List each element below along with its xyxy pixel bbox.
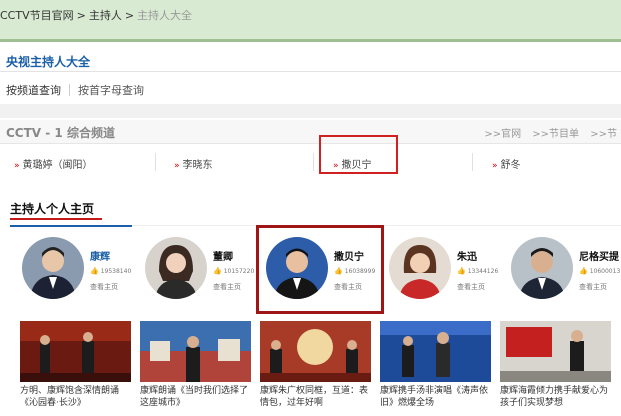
divider xyxy=(155,153,156,171)
page-title: 央视主持人大全 xyxy=(6,55,91,69)
breadcrumb-hosts-link[interactable]: 主持人 xyxy=(89,9,122,22)
channel-link-schedule[interactable]: >>节目单 xyxy=(532,129,579,140)
thumbs-up-icon: 👍 xyxy=(213,267,222,275)
divider xyxy=(313,153,314,171)
section-title: 主持人个人主页 xyxy=(10,202,95,216)
arrow-icon: » xyxy=(14,161,20,171)
thumbs-up-icon: 👍 xyxy=(90,267,99,275)
host-card[interactable]: 朱迅 👍 13344126 查看主页 xyxy=(389,235,511,305)
query-tabs: 按频道查询 按首字母查询 xyxy=(6,82,144,98)
arrow-icon: » xyxy=(492,161,498,171)
video-thumbnail[interactable] xyxy=(140,321,251,382)
video-caption[interactable]: 康辉朱广权同框，互道：表情包，过年好啊 xyxy=(260,385,371,411)
video-caption[interactable]: 康辉携手汤非演唱《涛声依旧》燃爆全场 xyxy=(380,385,491,411)
video-thumbnail[interactable] xyxy=(260,321,371,382)
divider xyxy=(472,153,473,171)
host-name[interactable]: 朱迅 xyxy=(457,248,477,263)
tab-divider xyxy=(69,84,70,96)
avatar[interactable] xyxy=(22,237,84,299)
video-card[interactable]: 康辉海霞倾力携手献爱心为孩子们实现梦想 xyxy=(500,321,611,411)
avatar[interactable] xyxy=(389,237,451,299)
video-caption[interactable]: 康辉海霞倾力携手献爱心为孩子们实现梦想 xyxy=(500,385,611,411)
view-homepage-link[interactable]: 查看主页 xyxy=(90,282,118,292)
channel-header: CCTV - 1 综合频道 >>官网 >>节目单 >>节 xyxy=(0,120,621,144)
section-title-underline xyxy=(10,218,102,220)
channel-host-list: » 黄璐婷（闽阳） » 李晓东 » 撒贝宁 » 舒冬 xyxy=(0,147,621,177)
video-caption[interactable]: 康辉朗诵《当时我们选择了这座城市》 xyxy=(140,385,251,411)
avatar[interactable] xyxy=(511,237,573,299)
video-card[interactable]: 方明、康辉饱含深情朗诵《沁园春·长沙》 xyxy=(20,321,131,411)
section-gap xyxy=(0,104,621,118)
channel-link-official[interactable]: >>官网 xyxy=(484,129,521,140)
breadcrumb-current: 主持人大全 xyxy=(137,9,193,22)
video-thumbnail[interactable] xyxy=(20,321,131,382)
divider xyxy=(0,71,621,72)
video-card[interactable]: 康辉朗诵《当时我们选择了这座城市》 xyxy=(140,321,251,411)
view-homepage-link[interactable]: 查看主页 xyxy=(579,282,607,292)
host-card[interactable]: 康辉 👍 19538140 查看主页 xyxy=(22,235,144,305)
tab-by-initial[interactable]: 按首字母查询 xyxy=(78,84,144,97)
channel-name: CCTV - 1 综合频道 xyxy=(6,126,115,140)
highlight-annotation xyxy=(256,225,384,314)
top-banner: CCTV节目官网 > 主持人 > 主持人大全 xyxy=(0,0,621,42)
avatar[interactable] xyxy=(145,237,207,299)
breadcrumb-separator: > xyxy=(76,9,86,22)
breadcrumb-site-link[interactable]: CCTV节目官网 xyxy=(0,9,74,22)
host-card[interactable]: 董卿 👍 10157220 查看主页 xyxy=(145,235,267,305)
host-link[interactable]: » 黄璐婷（闽阳） xyxy=(14,156,93,171)
video-thumbnail[interactable] xyxy=(500,321,611,382)
video-card[interactable]: 康辉朱广权同框，互道：表情包，过年好啊 xyxy=(260,321,371,411)
arrow-icon: » xyxy=(174,161,180,171)
video-thumbnail[interactable] xyxy=(380,321,491,382)
highlight-annotation xyxy=(319,135,398,174)
like-count: 👍 10600013 xyxy=(579,267,621,275)
view-homepage-link[interactable]: 查看主页 xyxy=(457,282,485,292)
host-link[interactable]: » 李晓东 xyxy=(174,156,213,171)
channel-links: >>官网 >>节目单 >>节 xyxy=(476,125,617,140)
like-count: 👍 19538140 xyxy=(90,267,132,275)
tab-by-channel[interactable]: 按频道查询 xyxy=(6,84,61,97)
channel-link-programs[interactable]: >>节 xyxy=(590,129,617,140)
host-name[interactable]: 董卿 xyxy=(213,248,233,263)
video-card[interactable]: 康辉携手汤非演唱《涛声依旧》燃爆全场 xyxy=(380,321,491,411)
host-name[interactable]: 康辉 xyxy=(90,248,110,263)
video-caption[interactable]: 方明、康辉饱含深情朗诵《沁园春·长沙》 xyxy=(20,385,131,411)
view-homepage-link[interactable]: 查看主页 xyxy=(213,282,241,292)
breadcrumb: CCTV节目官网 > 主持人 > 主持人大全 xyxy=(0,7,192,23)
thumbs-up-icon: 👍 xyxy=(457,267,466,275)
breadcrumb-separator: > xyxy=(124,9,135,22)
host-card[interactable]: 尼格买提 👍 10600013 查看主页 xyxy=(511,235,621,305)
like-count: 👍 10157220 xyxy=(213,267,255,275)
like-count: 👍 13344126 xyxy=(457,267,499,275)
host-name[interactable]: 尼格买提 xyxy=(579,248,619,263)
active-indicator xyxy=(10,225,132,227)
thumbs-up-icon: 👍 xyxy=(579,267,588,275)
host-link[interactable]: » 舒冬 xyxy=(492,156,521,171)
